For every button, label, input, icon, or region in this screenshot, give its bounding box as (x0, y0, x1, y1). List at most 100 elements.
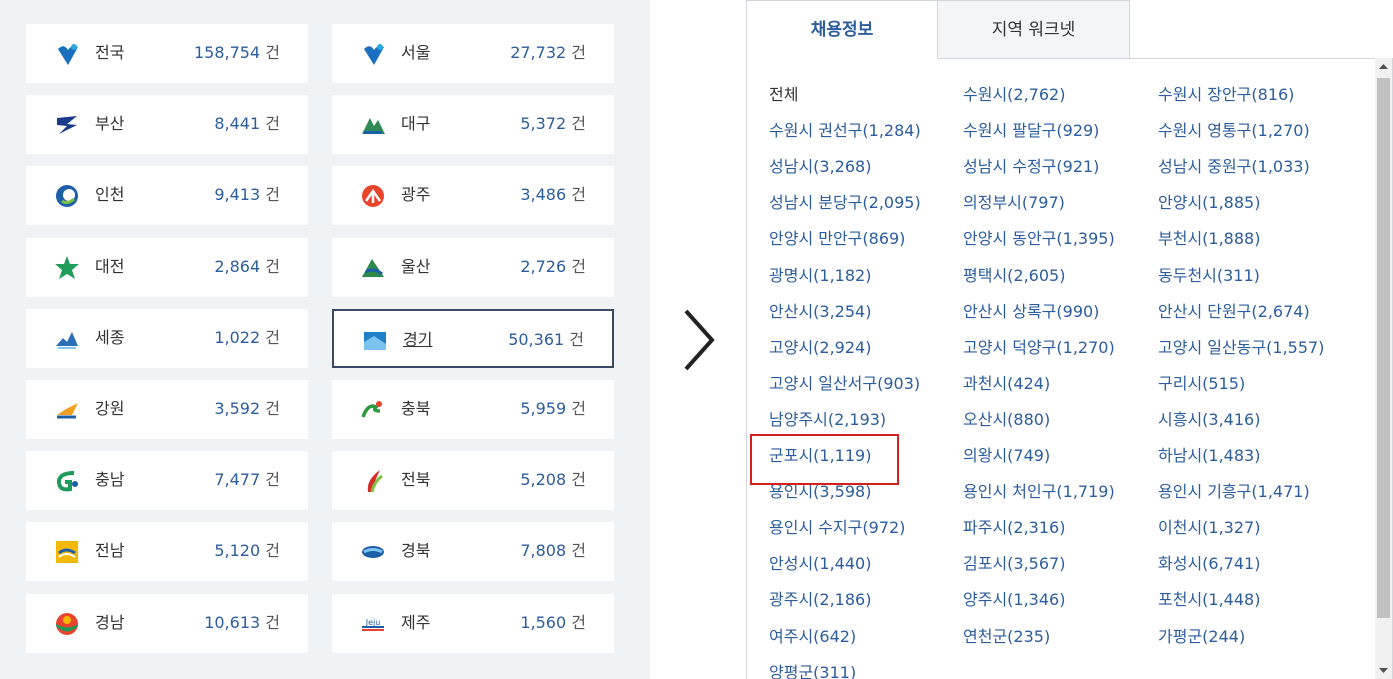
city-item[interactable]: 안양시 동안구(1,395) (963, 229, 1115, 249)
city-item[interactable]: 양평군(311) (769, 663, 856, 679)
city-item[interactable]: 여주시(642) (769, 627, 856, 647)
job-count: 5,372 건 (520, 114, 586, 134)
city-item[interactable]: 안산시 단원구(2,674) (1158, 302, 1310, 322)
city-item[interactable]: 부천시(1,888) (1158, 229, 1260, 249)
city-item[interactable]: 구리시(515) (1158, 374, 1245, 394)
region-name: 광주 (401, 185, 431, 205)
city-item[interactable]: 성남시 중원구(1,033) (1158, 157, 1310, 177)
nation-logo-icon (54, 41, 80, 67)
city-item[interactable]: 안산시(3,254) (769, 302, 871, 322)
job-count-unit: 건 (571, 256, 586, 276)
region-card[interactable]: 울산 2,726 건 (332, 237, 614, 297)
region-card[interactable]: 전남 5,120 건 (26, 522, 308, 582)
region-name: 전북 (401, 470, 431, 490)
region-card[interactable]: 경남 10,613 건 (26, 593, 308, 653)
region-card[interactable]: 부산 8,441 건 (26, 95, 308, 155)
region-card[interactable]: 대구 5,372 건 (332, 95, 614, 155)
region-card[interactable]: 세종 1,022 건 (26, 308, 308, 368)
city-item[interactable]: 광주시(2,186) (769, 590, 871, 610)
city-item[interactable]: 고양시(2,924) (769, 338, 871, 358)
city-item[interactable]: 포천시(1,448) (1158, 590, 1260, 610)
city-item[interactable]: 가평군(244) (1158, 627, 1245, 647)
city-item[interactable]: 성남시 수정구(921) (963, 157, 1099, 177)
city-item[interactable]: 양주시(1,346) (963, 590, 1065, 610)
city-item[interactable]: 오산시(880) (963, 410, 1050, 430)
job-count-unit: 건 (571, 185, 586, 205)
job-count-unit: 건 (265, 185, 280, 205)
region-card[interactable]: 강원 3,592 건 (26, 380, 308, 439)
city-item[interactable]: 과천시(424) (963, 374, 1050, 394)
job-count: 7,808 건 (520, 541, 586, 561)
city-item[interactable]: 시흥시(3,416) (1158, 410, 1260, 430)
city-item[interactable]: 용인시 기흥구(1,471) (1158, 482, 1310, 502)
city-item[interactable]: 고양시 일산서구(903) (769, 374, 920, 394)
region-card[interactable]: 인천 9,413 건 (26, 166, 308, 226)
region-name: 울산 (401, 256, 431, 276)
city-item[interactable]: 성남시(3,268) (769, 157, 871, 177)
job-count-unit: 건 (571, 541, 586, 561)
city-item[interactable]: 안양시(1,885) (1158, 193, 1260, 213)
city-item[interactable]: 김포시(3,567) (963, 554, 1065, 574)
job-count-unit: 건 (265, 541, 280, 561)
city-item[interactable]: 용인시 수지구(972) (769, 518, 905, 538)
job-count: 158,754 건 (194, 43, 280, 63)
city-item[interactable]: 연천군(235) (963, 627, 1050, 647)
city-item[interactable]: 의정부시(797) (963, 193, 1065, 213)
city-item[interactable]: 수원시 권선구(1,284) (769, 121, 921, 141)
region-card[interactable]: 경북 7,808 건 (332, 522, 614, 582)
region-card[interactable]: 전북 5,208 건 (332, 451, 614, 511)
region-card[interactable]: 충북 5,959 건 (332, 380, 614, 439)
jeonnam-logo-icon (54, 539, 80, 565)
region-card[interactable]: 전국 158,754 건 (26, 24, 308, 83)
job-count-value: 2,864 (214, 256, 261, 276)
region-detail-panel: 채용정보 지역 워크넷 전체 수원시(2,762) 수원시 장안구(816) 수원시 … (746, 0, 1393, 679)
job-count: 27,732 건 (510, 43, 586, 63)
job-count-unit: 건 (265, 470, 280, 490)
job-count: 3,486 건 (520, 185, 586, 205)
city-item[interactable]: 수원시(2,762) (963, 85, 1065, 105)
vertical-scrollbar[interactable] (1375, 58, 1392, 679)
city-item[interactable]: 광명시(1,182) (769, 266, 871, 286)
city-item[interactable]: 고양시 덕양구(1,270) (963, 338, 1115, 358)
city-item[interactable]: 안산시 상록구(990) (963, 302, 1099, 322)
job-count-unit: 건 (571, 114, 586, 134)
job-count-value: 158,754 (194, 43, 261, 62)
city-item[interactable]: 평택시(2,605) (963, 266, 1065, 286)
job-count-value: 8,441 (214, 114, 261, 134)
city-item[interactable]: 남양주시(2,193) (769, 410, 886, 430)
city-item[interactable]: 하남시(1,483) (1158, 446, 1260, 466)
city-item[interactable]: 수원시 장안구(816) (1158, 85, 1294, 105)
region-card[interactable]: 충남 7,477 건 (26, 451, 308, 511)
city-item[interactable]: 고양시 일산동구(1,557) (1158, 338, 1324, 358)
job-count-unit: 건 (571, 612, 586, 632)
tab-regional-worknet[interactable]: 지역 워크넷 (937, 0, 1130, 59)
city-item[interactable]: 안양시 만안구(869) (769, 229, 905, 249)
region-card[interactable]: Jeju 제주 1,560 건 (332, 593, 614, 653)
city-item[interactable]: 동두천시(311) (1158, 266, 1260, 286)
region-name: 충남 (95, 470, 125, 490)
city-item[interactable]: 파주시(2,316) (963, 518, 1065, 538)
job-count-value: 1,022 (214, 327, 261, 347)
city-item[interactable]: 화성시(6,741) (1158, 554, 1260, 574)
scroll-thumb[interactable] (1377, 78, 1390, 618)
city-item[interactable]: 의왕시(749) (963, 446, 1050, 466)
city-item[interactable]: 안성시(1,440) (769, 554, 871, 574)
city-item-all[interactable]: 전체 (769, 85, 798, 105)
city-item[interactable]: 용인시(3,598) (769, 482, 871, 502)
region-name: 제주 (401, 612, 431, 632)
city-item[interactable]: 성남시 분당구(2,095) (769, 193, 921, 213)
region-card[interactable]: 광주 3,486 건 (332, 166, 614, 226)
city-item[interactable]: 수원시 영통구(1,270) (1158, 121, 1310, 141)
region-name: 경남 (95, 612, 125, 632)
region-card[interactable]: 서울 27,732 건 (332, 24, 614, 83)
daegu-logo-icon (360, 112, 386, 138)
city-item[interactable]: 이천시(1,327) (1158, 518, 1260, 538)
region-name: 부산 (95, 114, 125, 134)
scroll-up-arrow-icon[interactable] (1375, 58, 1392, 75)
region-card[interactable]: 경기 50,361 건 (332, 308, 614, 368)
region-card[interactable]: 대전 2,864 건 (26, 237, 308, 297)
tab-job-info[interactable]: 채용정보 (746, 0, 938, 59)
scroll-down-arrow-icon[interactable] (1375, 662, 1392, 679)
city-item[interactable]: 수원시 팔달구(929) (963, 121, 1099, 141)
city-item[interactable]: 용인시 처인구(1,719) (963, 482, 1115, 502)
